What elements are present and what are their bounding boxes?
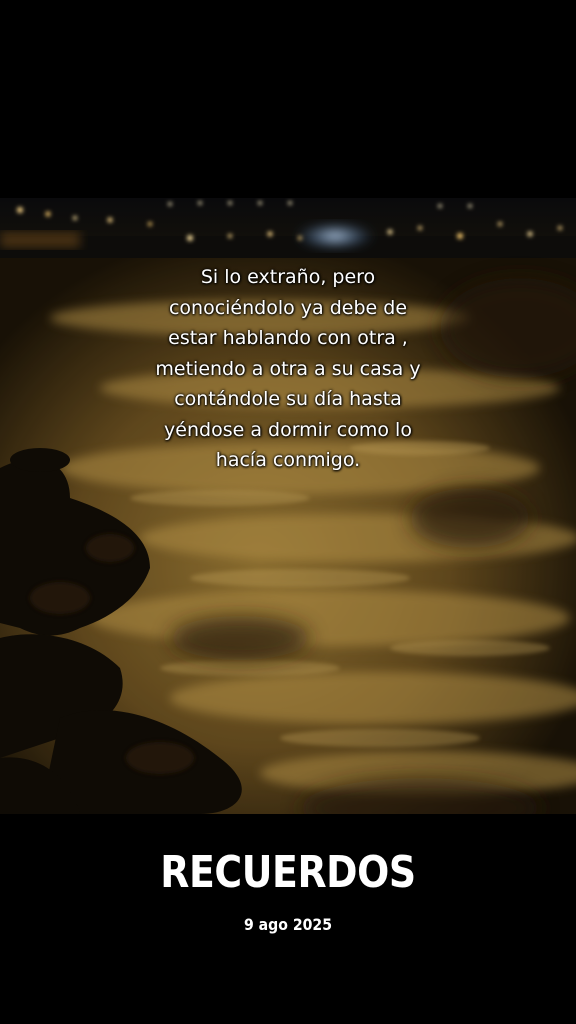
caption-line: metiendo a otra a su casa y (155, 357, 421, 380)
caption-line: conociéndolo ya debe de (168, 296, 408, 319)
memory-video-frame[interactable]: Si lo extraño, pero conociéndolo ya debe… (0, 198, 576, 814)
caption-line: estar hablando con otra , (168, 327, 408, 349)
caption-line: Si lo extraño, pero (200, 266, 376, 288)
memory-caption: Si lo extraño, pero conociéndolo ya debe… (120, 262, 456, 476)
story-viewer: Si lo extraño, pero conociéndolo ya debe… (0, 0, 576, 1024)
caption-line: contándole su día hasta (174, 388, 402, 410)
caption-line: yéndose a dormir como lo (164, 418, 412, 441)
caption-line: hacía conmigo. (215, 449, 361, 471)
memory-date: 9 ago 2025 (243, 915, 333, 934)
memories-title: RECUERDOS (160, 847, 416, 898)
